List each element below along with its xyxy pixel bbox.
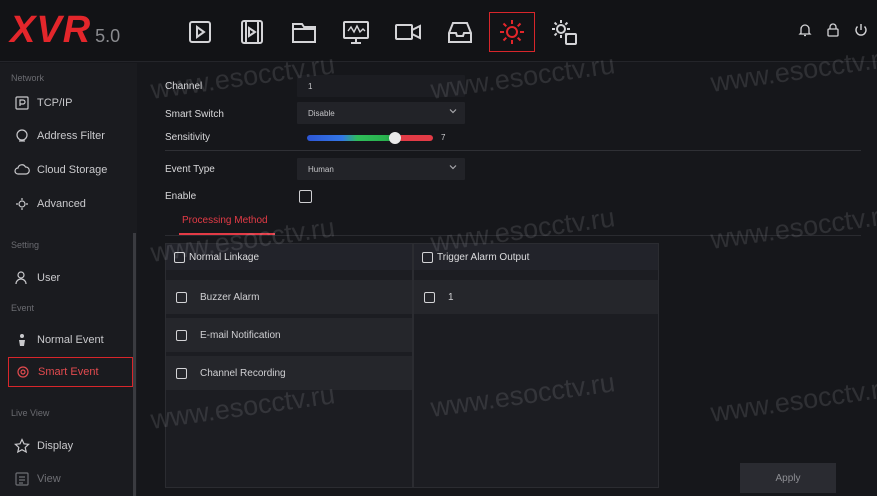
view-icon <box>14 471 30 487</box>
event-type-value: Human <box>308 164 334 174</box>
trigger-alarm-header: Trigger Alarm Output <box>414 244 658 270</box>
normal-linkage-panel: Normal Linkage Buzzer Alarm E-mail Notif… <box>165 243 413 488</box>
sidebar-section-network: Network <box>11 73 45 83</box>
logo-text: XVR <box>10 9 92 51</box>
tab-divider <box>165 235 861 236</box>
form-divider <box>165 150 861 151</box>
channel-recording-label: Channel Recording <box>200 367 286 379</box>
brand-logo: XVR 5.0 <box>10 9 121 51</box>
file-icon[interactable] <box>226 12 278 52</box>
sidebar-item-label: View <box>37 473 61 485</box>
sidebar: Network TCP/IP Address Filter Cloud Stor… <box>0 63 137 496</box>
camera-icon[interactable] <box>382 12 434 52</box>
event-type-select[interactable]: Human <box>297 158 465 180</box>
monitor-icon[interactable] <box>330 12 382 52</box>
playback-icon[interactable] <box>174 12 226 52</box>
sidebar-item-user[interactable]: User <box>8 263 133 293</box>
sidebar-item-address-filter[interactable]: Address Filter <box>8 121 133 151</box>
apply-button[interactable]: Apply <box>740 463 836 493</box>
channel-recording-checkbox[interactable] <box>176 367 187 379</box>
sidebar-item-label: Display <box>37 440 74 452</box>
list-item: E-mail Notification <box>166 318 412 352</box>
tab-processing-method[interactable]: Processing Method <box>182 215 268 226</box>
chevron-down-icon <box>449 165 457 170</box>
sidebar-item-label: TCP/IP <box>37 97 73 109</box>
sidebar-item-normal-event[interactable]: Normal Event <box>8 325 133 355</box>
smart-event-icon <box>15 364 31 380</box>
sensitivity-knob[interactable] <box>389 132 402 144</box>
folder-icon[interactable] <box>278 12 330 52</box>
alarm-output-1-checkbox[interactable] <box>424 291 435 303</box>
top-navigation-bar: XVR 5.0 <box>0 0 877 62</box>
normal-linkage-checkbox[interactable] <box>174 251 185 263</box>
sidebar-item-label: Cloud Storage <box>37 164 108 176</box>
trigger-alarm-checkbox[interactable] <box>422 251 433 263</box>
sidebar-item-label: Normal Event <box>37 334 104 346</box>
buzzer-alarm-checkbox[interactable] <box>176 291 187 303</box>
sidebar-item-view[interactable]: View <box>8 464 133 494</box>
sidebar-item-display[interactable]: Display <box>8 431 133 461</box>
sidebar-item-cloud-storage[interactable]: Cloud Storage <box>8 155 133 185</box>
sidebar-section-event: Event <box>11 303 35 313</box>
smart-event-settings: Channel 1 Smart Switch Disable Sensitivi… <box>137 63 877 496</box>
cloud-icon <box>14 162 30 178</box>
lock-icon[interactable] <box>825 22 841 43</box>
sidebar-section-setting: Setting <box>11 240 40 250</box>
channel-select[interactable]: 1 <box>297 75 465 97</box>
normal-linkage-header: Normal Linkage <box>166 244 412 270</box>
sensitivity-label: Sensitivity <box>165 132 211 143</box>
event-type-label: Event Type <box>165 164 215 175</box>
top-icon-menu <box>174 12 590 52</box>
sidebar-item-label: Smart Event <box>38 366 99 378</box>
list-item: Buzzer Alarm <box>166 280 412 314</box>
sidebar-item-tcpip[interactable]: TCP/IP <box>8 88 133 118</box>
sidebar-scrollbar[interactable] <box>133 233 136 496</box>
sidebar-item-smart-event[interactable]: Smart Event <box>8 357 133 387</box>
normal-linkage-title: Normal Linkage <box>189 251 260 263</box>
enable-label: Enable <box>165 191 197 202</box>
bell-icon[interactable] <box>797 22 813 43</box>
sidebar-item-label: User <box>37 272 61 284</box>
smart-switch-select[interactable]: Disable <box>297 102 465 124</box>
sidebar-section-live-view: Live View <box>11 408 50 418</box>
channel-value: 1 <box>308 81 313 91</box>
trigger-alarm-title: Trigger Alarm Output <box>437 251 530 263</box>
event-icon <box>14 332 30 348</box>
advanced-icon <box>14 196 30 212</box>
email-notification-label: E-mail Notification <box>200 329 281 341</box>
power-icon[interactable] <box>853 22 869 43</box>
user-icon <box>14 270 30 286</box>
smart-switch-label: Smart Switch <box>165 109 224 120</box>
settings-gear-icon[interactable] <box>489 12 535 52</box>
ip-icon <box>14 95 30 111</box>
list-item: Channel Recording <box>166 356 412 390</box>
list-item: 1 <box>414 280 658 314</box>
smart-switch-value: Disable <box>308 108 335 118</box>
sensitivity-track <box>307 135 433 141</box>
system-gear-icon[interactable] <box>538 12 590 52</box>
buzzer-alarm-label: Buzzer Alarm <box>200 291 260 303</box>
filter-icon <box>14 128 30 144</box>
sidebar-item-advanced[interactable]: Advanced <box>8 189 133 219</box>
sidebar-item-label: Address Filter <box>37 130 105 142</box>
chevron-down-icon <box>449 109 457 114</box>
email-notification-checkbox[interactable] <box>176 329 187 341</box>
star-icon <box>14 438 30 454</box>
sensitivity-slider[interactable] <box>307 132 433 144</box>
sidebar-item-label: Advanced <box>37 198 86 210</box>
enable-checkbox[interactable] <box>299 190 312 203</box>
version-text: 5.0 <box>95 26 121 46</box>
sensitivity-value: 7 <box>441 133 446 142</box>
alarm-output-1-label: 1 <box>448 291 454 303</box>
channel-label: Channel <box>165 81 203 92</box>
storage-icon[interactable] <box>434 12 486 52</box>
top-right-controls <box>797 22 869 43</box>
trigger-alarm-panel: Trigger Alarm Output 1 <box>413 243 659 488</box>
